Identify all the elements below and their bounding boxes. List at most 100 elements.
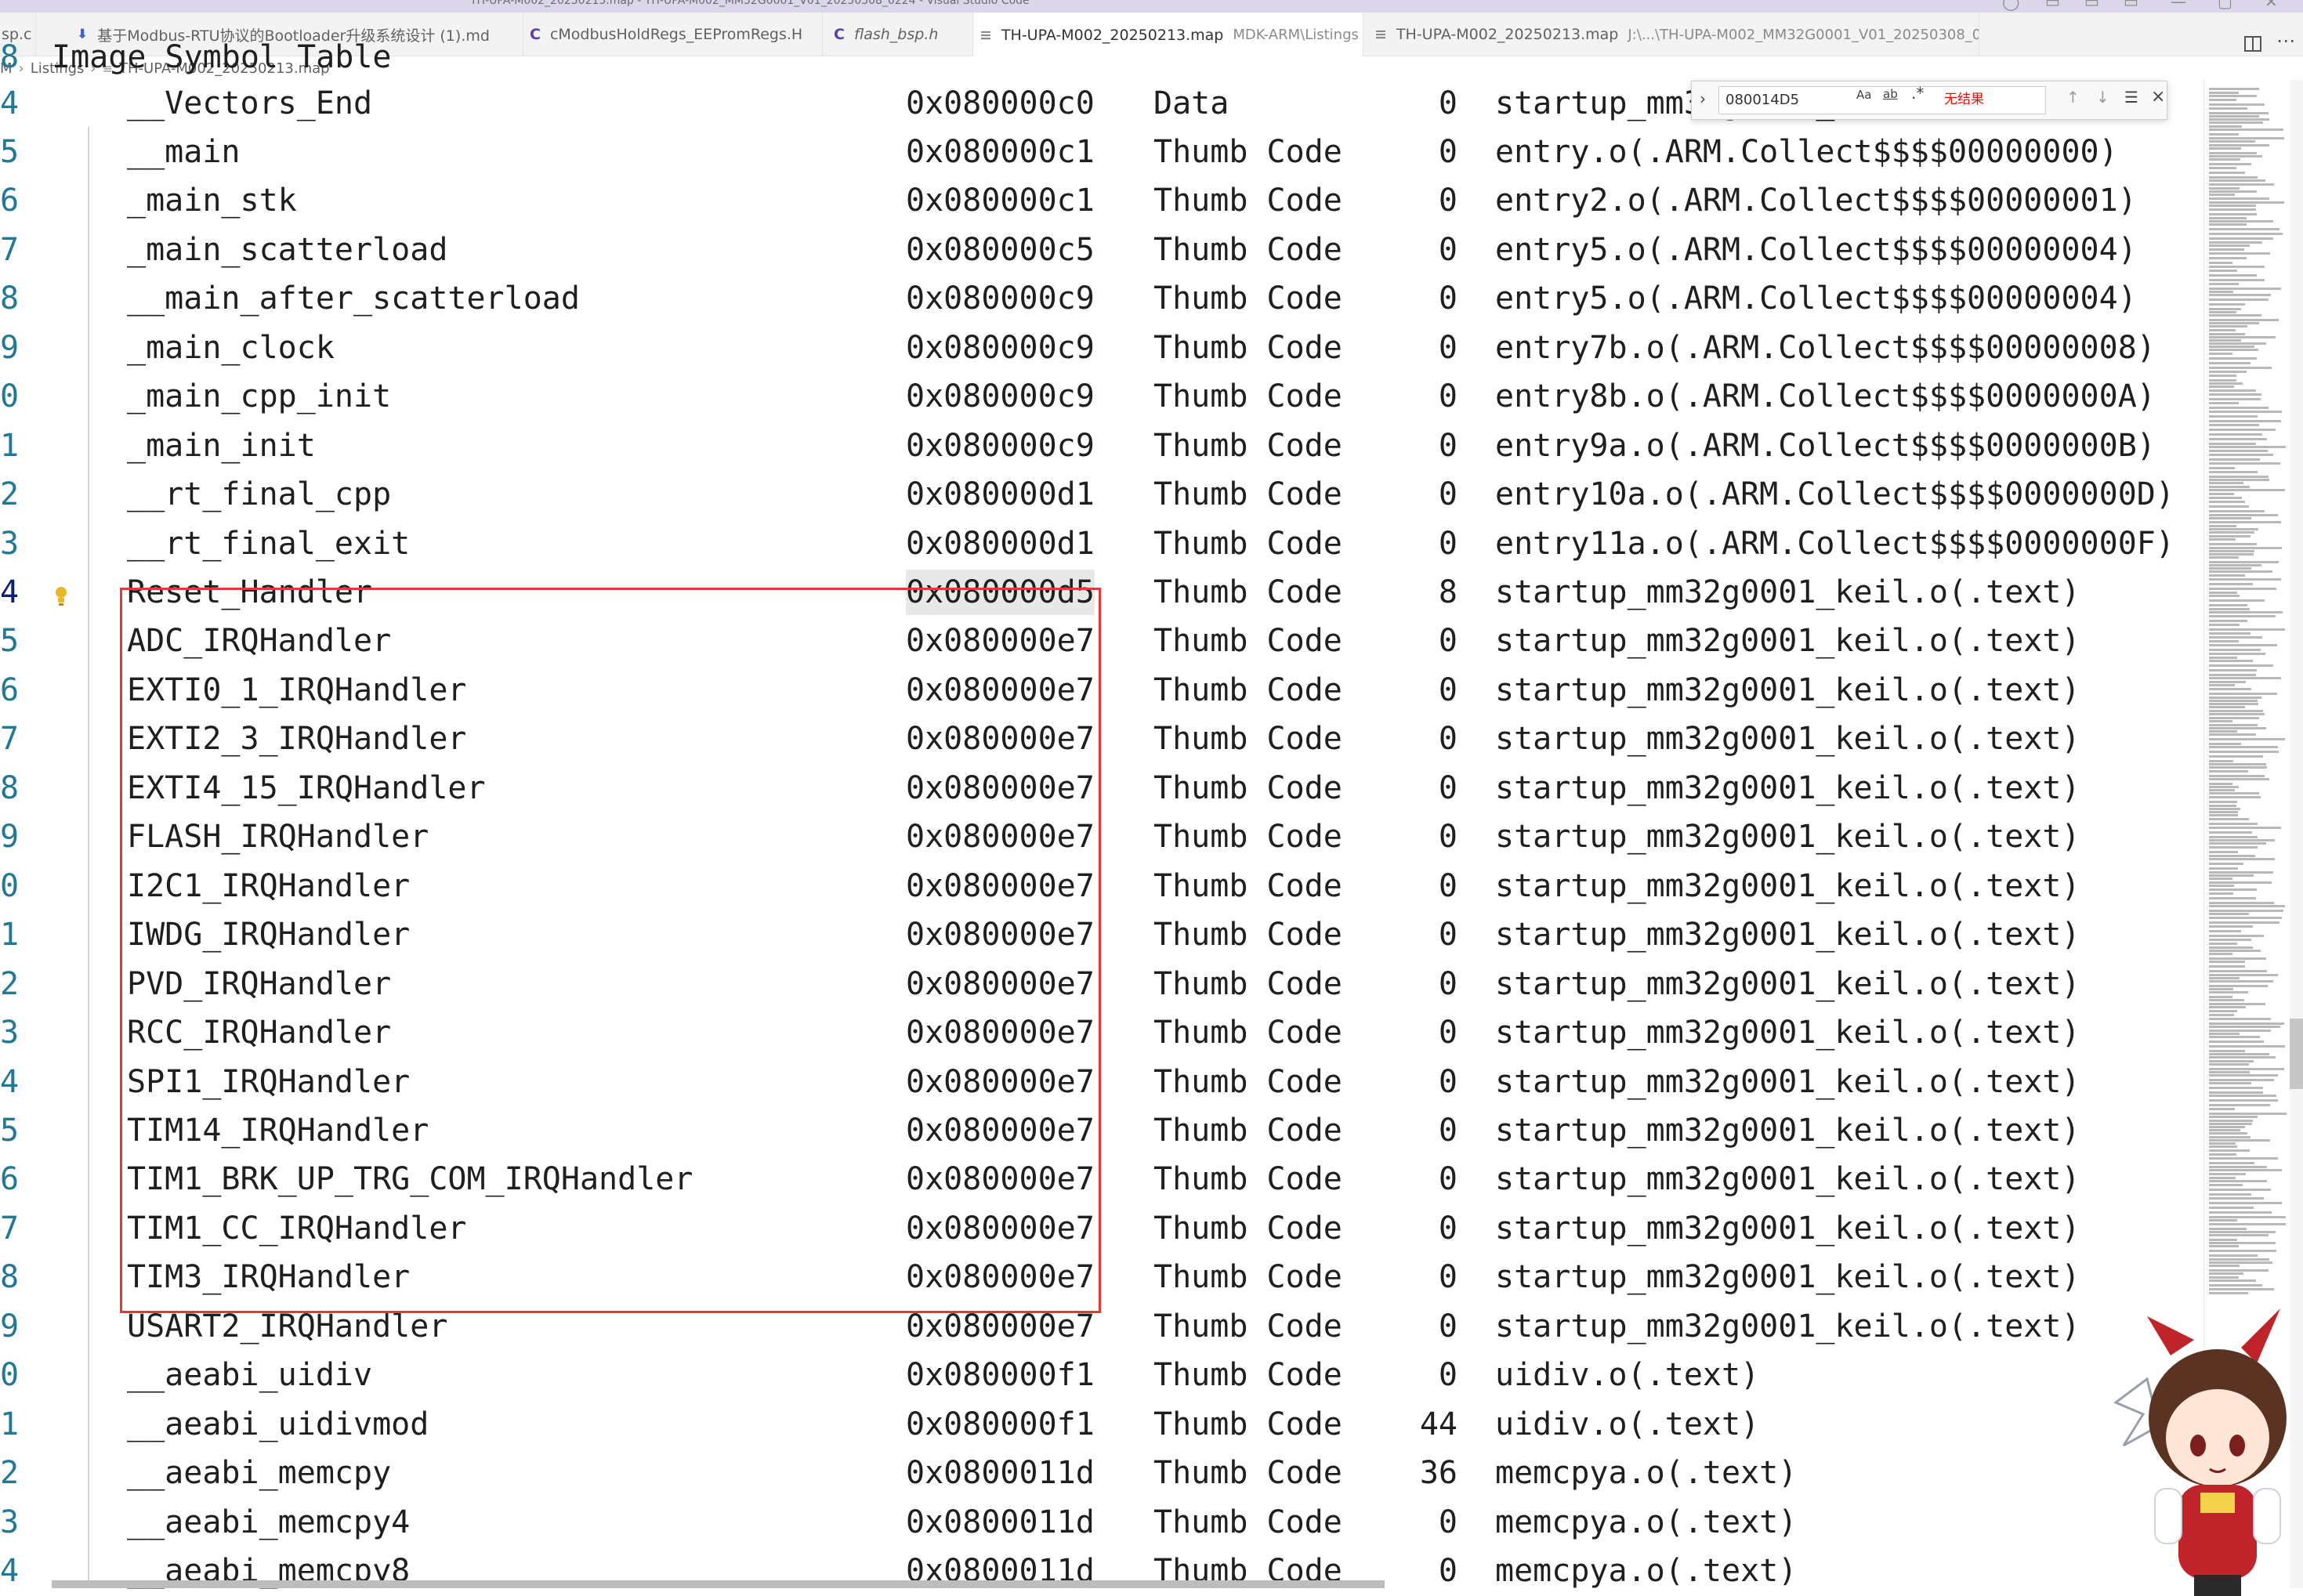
symbol-address: 0x080000c9 [906,378,1095,415]
split-editor-icon[interactable] [2244,36,2261,52]
symbol-size: 0 [1438,1357,1457,1394]
minimap-line [2209,1050,2245,1052]
minimap-line [2209,1145,2237,1148]
object-file: startup_mm32g0001_keil.o(.text) [1495,1259,2080,1296]
minimap-line [2209,147,2241,150]
minimap-line [2209,342,2266,345]
find-input-box [1718,86,2046,114]
minimap-line [2209,204,2256,207]
maximize-icon[interactable]: ▢ [2218,0,2232,11]
arrow-down-icon[interactable]: ↓ [2096,88,2109,107]
minimap-line [2209,858,2275,860]
minimap-line [2209,158,2240,161]
symbol-type: Thumb Code [1153,1161,1342,1198]
minimap-line [2209,1010,2237,1012]
chevron-right-icon[interactable]: › [1700,89,1706,108]
symbol-address: 0x080000e7 [906,1063,1095,1100]
window-close-icon[interactable]: ✕ [2265,0,2278,11]
minimap-line [2209,570,2272,573]
lightbulb-icon[interactable] [53,585,69,607]
vertical-scrollbar-thumb[interactable] [2290,1019,2303,1089]
minimap-line [2209,144,2269,147]
line-number: 6 [0,671,20,708]
object-file: entry9a.o(.ARM.Collect$$$$0000000B) [1495,427,2156,464]
symbol-size: 0 [1438,867,1457,904]
whole-word-icon[interactable]: ab [1883,87,1898,101]
minimap-line [2209,974,2278,976]
minimap-line [2209,867,2238,870]
layout-icon[interactable]: ▭ [2045,0,2060,11]
symbol-type: Thumb Code [1153,231,1342,268]
minimap-line [2209,398,2261,400]
regex-icon[interactable]: .* [1911,84,1924,103]
sidebar-toggle-icon[interactable]: ▭ [2124,0,2138,11]
minimap-line [2209,137,2284,139]
object-file: memcpya.o(.text) [1495,1455,1798,1492]
minimap-line [2209,223,2247,226]
symbol-name: _main_clock [127,329,335,366]
symbol-name: __main_after_scatterload [127,280,580,317]
code-editor[interactable]: 845678901234567890123456789012345 Image … [0,39,2203,1589]
match-case-icon[interactable]: Aa [1856,88,1871,102]
minimap-line [2209,905,2285,907]
minimap-line [2209,842,2266,845]
symbol-type: Thumb Code [1153,819,1342,856]
minimap-line [2209,1026,2280,1028]
symbol-type: Thumb Code [1153,1259,1342,1296]
minimap-line [2209,863,2243,865]
tab-modbus-h[interactable]: C cModbusHoldRegs_EEPromRegs.H [523,13,823,56]
object-file: memcpya.o(.text) [1495,1553,1798,1589]
close-icon[interactable]: × [2151,87,2165,107]
symbol-name: RCC_IRQHandler [127,1015,392,1051]
symbol-type: Thumb Code [1153,671,1342,708]
minimap-line [2209,681,2246,683]
tab-map-listings[interactable]: ≡ TH-UPA-M002_20250213.map MDK-ARM\Listi… [973,13,1363,57]
line-number: 9 [0,329,20,366]
more-actions-icon[interactable]: ⋯ [2276,30,2295,52]
symbol-size: 0 [1438,378,1457,415]
minimap-line [2209,1116,2258,1118]
symbol-address: 0x080000f1 [906,1357,1095,1394]
minimap-line [2209,538,2236,541]
symbol-name: USART2_IRQHandler [127,1308,448,1344]
find-in-selection-icon[interactable]: ☰ [2124,88,2138,107]
minimap-line [2209,746,2278,748]
minimap-line [2209,179,2265,182]
minimap-line [2209,283,2239,285]
minimap-line [2209,1018,2271,1020]
minimap-line [2209,710,2263,712]
account-icon[interactable]: ◯ [2002,0,2019,11]
line-number: 7 [0,231,20,268]
minimap-line [2209,1173,2246,1175]
tab-map-external[interactable]: ≡ TH-UPA-M002_20250213.map J:\...\TH-UPA… [1363,13,1979,56]
minimap-line [2209,95,2257,97]
minimap-line [2209,1079,2274,1081]
panel-icon[interactable]: ▭ [2084,0,2099,11]
minimap-line [2209,684,2235,686]
minimap-line [2209,980,2273,983]
list-file-icon: ≡ [979,26,992,44]
minimap-line [2209,393,2261,396]
minimap-line [2209,677,2281,679]
minimap-line [2209,653,2265,655]
object-file: uidiv.o(.text) [1495,1357,1760,1394]
object-file: entry5.o(.ARM.Collect$$$$00000004) [1495,231,2137,268]
minimap-line [2209,385,2234,388]
minimap-line [2209,925,2253,928]
arrow-up-icon[interactable]: ↑ [2066,88,2080,107]
symbol-type: Thumb Code [1153,574,1342,610]
find-widget: › Aa ab .* 无结果 ↑ ↓ ☰ × [1691,81,2167,120]
symbol-name: _main_init [127,427,316,464]
minimap-line [2209,479,2269,481]
horizontal-scrollbar-thumb[interactable] [52,1580,1385,1588]
minimap-line [2209,325,2247,328]
minimap-line [2209,674,2256,676]
minimize-icon[interactable]: — [2171,0,2186,11]
symbol-type: Thumb Code [1153,1112,1342,1149]
minimap-line [2209,592,2237,594]
symbol-size: 0 [1438,525,1457,562]
symbol-address: 0x080000e7 [906,671,1095,708]
symbol-name: __rt_final_exit [127,525,411,562]
symbol-name: __main [127,133,241,170]
tab-flash-bsp-h[interactable]: C flash_bsp.h [823,13,973,56]
